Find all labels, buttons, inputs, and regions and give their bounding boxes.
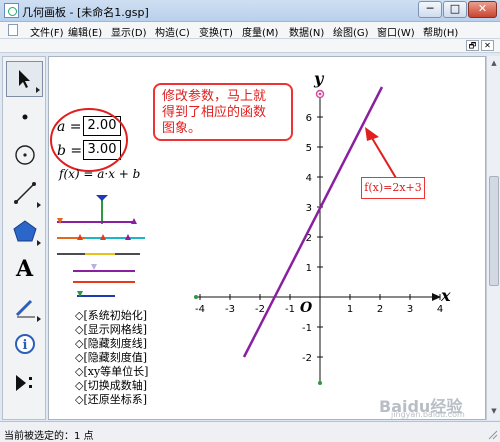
- x-axis-name: x: [441, 286, 451, 305]
- label-pointer-arrowhead: [365, 127, 379, 141]
- x-tick-label: 1: [347, 304, 353, 315]
- menu-file[interactable]: 文件(F): [30, 24, 64, 39]
- tool-expand-icon: [37, 316, 41, 322]
- scroll-up-icon[interactable]: ▲: [489, 58, 499, 68]
- unit-point-center: [318, 92, 322, 96]
- window-title: 几何画板 - [未命名1.gsp]: [22, 6, 149, 19]
- custom-tool[interactable]: [6, 365, 43, 401]
- minimize-button[interactable]: ─: [418, 1, 442, 18]
- origin-label: O: [300, 300, 313, 316]
- y-tick-label: 5: [306, 143, 312, 154]
- y-tick-label: -1: [302, 323, 312, 334]
- close-button[interactable]: ✕: [468, 1, 497, 18]
- x-tick-label: 2: [377, 304, 383, 315]
- function-graph-line[interactable]: [242, 86, 384, 358]
- y-axis-lower-point[interactable]: [318, 381, 322, 385]
- info-icon: i: [14, 334, 35, 354]
- menu-graph[interactable]: 绘图(G): [333, 24, 369, 39]
- point-icon: [22, 114, 27, 120]
- y-tick-label: 3: [306, 203, 312, 214]
- document-icon: [8, 24, 18, 36]
- y-tick-label: 4: [306, 173, 312, 184]
- menu-construct[interactable]: 构造(C): [155, 24, 190, 39]
- app-icon: [4, 3, 19, 18]
- scroll-down-icon[interactable]: ▼: [489, 406, 499, 416]
- menu-measure[interactable]: 度量(M): [242, 24, 278, 39]
- pen-icon: [15, 299, 35, 318]
- menu-display[interactable]: 显示(D): [111, 24, 147, 39]
- x-axis-left-point[interactable]: [194, 295, 198, 299]
- menu-transform[interactable]: 变换(T): [199, 24, 233, 39]
- polygon-icon: [12, 220, 37, 242]
- x-tick-label: -2: [255, 304, 265, 315]
- straightedge-tool[interactable]: [6, 175, 43, 211]
- mdi-close-button[interactable]: ✕: [481, 40, 494, 51]
- y-tick-label: 6: [306, 113, 312, 124]
- text-tool[interactable]: A: [6, 251, 43, 287]
- tool-expand-icon: [37, 202, 41, 208]
- segment-icon: [13, 182, 36, 204]
- menu-bar: 文件(F) 编辑(E) 显示(D) 构造(C) 变换(T) 度量(M) 数据(N…: [0, 22, 500, 39]
- information-tool[interactable]: i: [6, 327, 43, 363]
- maximize-button[interactable]: □: [443, 1, 467, 18]
- graph-label-box: f(x)=2x+3: [361, 177, 425, 199]
- sketch-canvas[interactable]: a = 2.00 b = 3.00 f(x) = a·x + b ◇[系统初始化…: [48, 56, 486, 420]
- x-tick-label: 4: [437, 304, 443, 315]
- tool-expand-icon: [36, 87, 40, 93]
- mdi-bar: 🗗 ✕: [0, 39, 500, 53]
- marker-tool[interactable]: [6, 289, 43, 325]
- mdi-restore-button[interactable]: 🗗: [466, 40, 479, 51]
- tool-expand-icon: [37, 240, 41, 246]
- arrow-cursor-icon: [18, 70, 30, 88]
- y-tick-label: -2: [302, 353, 312, 364]
- circle-icon: [14, 145, 35, 165]
- x-tick-label: -3: [225, 304, 235, 315]
- label-pointer-arrow: [368, 132, 400, 184]
- x-tick-label: -1: [285, 304, 295, 315]
- menu-window[interactable]: 窗口(W): [377, 24, 415, 39]
- select-arrow-tool[interactable]: [6, 61, 43, 97]
- compass-tool[interactable]: [6, 137, 43, 173]
- menu-edit[interactable]: 编辑(E): [68, 24, 102, 39]
- polygon-tool[interactable]: [6, 213, 43, 249]
- resize-grip-icon[interactable]: [486, 428, 498, 440]
- point-tool[interactable]: [6, 99, 43, 135]
- coordinate-plane[interactable]: -4 -3 -2 -1 1 2 3 4654321-1-2: [49, 57, 486, 420]
- x-tick-label: -4: [195, 304, 205, 315]
- menu-help[interactable]: 帮助(H): [423, 24, 458, 39]
- axis-ticks: -4 -3 -2 -1 1 2 3 4654321-1-2: [195, 113, 443, 364]
- vertical-scrollbar[interactable]: ▲ ▼: [486, 56, 500, 420]
- menu-data[interactable]: 数据(N): [289, 24, 324, 39]
- status-text: 当前被选定的：1 点: [4, 431, 94, 442]
- text-a-icon: A: [15, 256, 34, 282]
- custom-tools-icon: [15, 375, 32, 391]
- toolbox: A i: [2, 56, 46, 420]
- scroll-thumb[interactable]: [489, 176, 499, 286]
- y-tick-label: 1: [306, 263, 312, 274]
- status-bar: 当前被选定的：1 点: [0, 421, 500, 442]
- baidu-watermark-url: jingyan.baidu.com: [391, 410, 465, 419]
- info-glyph: i: [22, 338, 27, 353]
- x-tick-label: 3: [407, 304, 413, 315]
- title-bar: 几何画板 - [未命名1.gsp] ─ □ ✕: [0, 0, 500, 22]
- y-axis-name: y: [314, 69, 324, 88]
